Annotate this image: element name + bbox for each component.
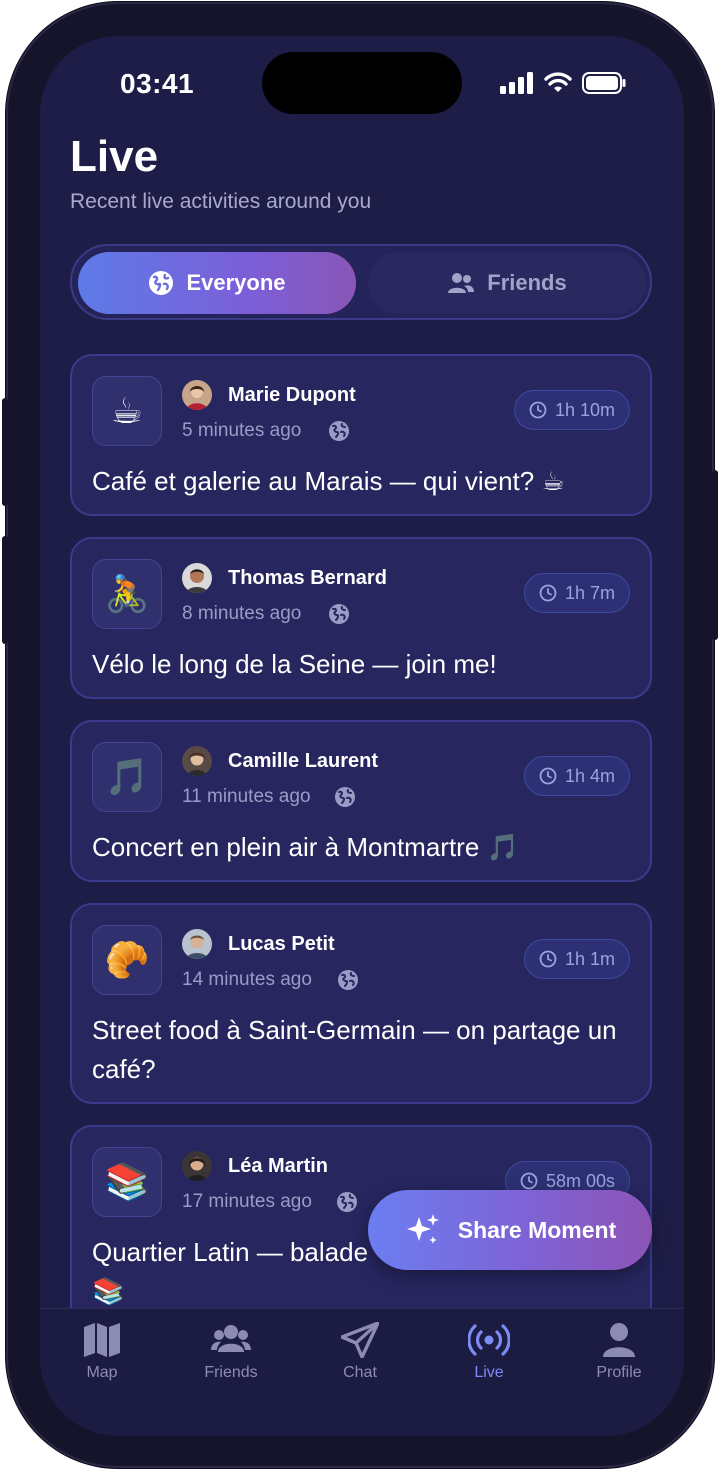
- users-icon: [211, 1325, 251, 1352]
- activity-text: Vélo le long de la Seine — join me!: [92, 649, 497, 679]
- activity-emoji: 🎵: [92, 742, 162, 812]
- nav-label: Chat: [343, 1364, 377, 1381]
- user-name: Camille Laurent: [228, 750, 379, 772]
- sparkles-icon: [406, 1214, 439, 1244]
- time-remaining-badge: 1h 10m: [513, 390, 630, 430]
- time-remaining: 1h 1m: [564, 948, 615, 969]
- globe-icon: [335, 787, 355, 807]
- user-name: Lucas Petit: [228, 933, 335, 955]
- wifi-icon: [544, 72, 572, 92]
- activity-emoji: 🚴: [92, 559, 162, 629]
- avatar: [182, 1151, 212, 1181]
- nav-item-friends[interactable]: Friends: [176, 1322, 286, 1382]
- nav-label: Live: [474, 1364, 504, 1381]
- activity-emoji: 🥐: [92, 925, 162, 995]
- time-ago: 11 minutes ago: [182, 786, 311, 807]
- activity-text: Café et galerie au Marais — qui vient? ☕: [92, 466, 565, 496]
- nav-item-live[interactable]: Live: [434, 1322, 544, 1382]
- tab-friends-label: Friends: [487, 270, 567, 295]
- audience-segmented-control: Everyone Friends: [70, 244, 652, 320]
- activity-card[interactable]: 🎵 Camille Laurent 11 minutes ago 1h 4m C…: [70, 720, 652, 882]
- user-name: Marie Dupont: [228, 384, 356, 406]
- users-icon: [448, 273, 475, 293]
- globe-icon: [329, 604, 349, 624]
- time-remaining-badge: 1h 7m: [523, 573, 630, 613]
- volume-down-button: [2, 536, 8, 644]
- page-subtitle: Recent live activities around you: [70, 190, 372, 213]
- avatar: [182, 746, 212, 776]
- nav-item-profile[interactable]: Profile: [564, 1322, 674, 1382]
- tab-friends[interactable]: Friends: [368, 252, 646, 314]
- clock-icon: [539, 950, 557, 968]
- battery-icon: [582, 72, 626, 94]
- avatar: [182, 929, 212, 959]
- share-moment-button[interactable]: Share Moment: [368, 1190, 652, 1270]
- time-remaining: 1h 10m: [554, 399, 615, 420]
- nav-label: Profile: [596, 1364, 642, 1381]
- clock-icon: [529, 401, 547, 419]
- avatar: [182, 563, 212, 593]
- clock-icon: [520, 1172, 538, 1190]
- tab-everyone[interactable]: Everyone: [78, 252, 356, 314]
- time-remaining: 1h 7m: [564, 582, 615, 603]
- activity-card[interactable]: 🚴 Thomas Bernard 8 minutes ago 1h 7m Vél…: [70, 537, 652, 699]
- globe-icon: [337, 1192, 357, 1212]
- clock-icon: [539, 767, 557, 785]
- broadcast-icon: [468, 1324, 510, 1356]
- time-ago: 5 minutes ago: [182, 420, 302, 441]
- nav-label: Map: [86, 1364, 118, 1381]
- time-remaining: 1h 4m: [564, 765, 615, 786]
- volume-up-button: [2, 398, 8, 506]
- globe-icon: [338, 970, 358, 990]
- user-name: Léa Martin: [228, 1155, 329, 1177]
- user-name: Thomas Bernard: [228, 567, 387, 589]
- nav-label: Friends: [204, 1364, 258, 1381]
- time-ago: 17 minutes ago: [182, 1191, 312, 1212]
- signal-icon: [500, 72, 533, 94]
- activity-card[interactable]: 🥐 Lucas Petit 14 minutes ago 1h 1m Stree…: [70, 903, 652, 1104]
- share-moment-label: Share Moment: [457, 1216, 617, 1243]
- time-remaining-badge: 1h 4m: [523, 756, 630, 796]
- status-time: 03:41: [120, 68, 195, 99]
- activity-text: Street food à Saint-Germain — on partage…: [92, 1015, 617, 1084]
- page-title: Live: [70, 132, 159, 181]
- power-button: [712, 470, 718, 640]
- nav-item-chat[interactable]: Chat: [305, 1322, 415, 1382]
- avatar: [182, 380, 212, 410]
- person-icon: [603, 1323, 635, 1357]
- send-icon: [341, 1322, 379, 1358]
- clock-icon: [539, 584, 557, 602]
- time-remaining: 58m 00s: [545, 1170, 615, 1191]
- activity-text: Quartier Latin — balade 📚: [92, 1237, 369, 1306]
- time-ago: 14 minutes ago: [182, 969, 312, 990]
- activity-emoji: 📚: [92, 1147, 162, 1217]
- globe-icon: [329, 421, 349, 441]
- nav-item-map[interactable]: Map: [47, 1322, 157, 1382]
- time-ago: 8 minutes ago: [182, 603, 302, 624]
- status-icons: [500, 72, 626, 94]
- activity-emoji: ☕: [92, 376, 162, 446]
- activity-text: Concert en plein air à Montmartre 🎵: [92, 832, 519, 862]
- globe-icon: [149, 271, 174, 295]
- dynamic-island: [262, 52, 462, 114]
- tab-everyone-label: Everyone: [186, 270, 286, 295]
- activity-card[interactable]: ☕ Marie Dupont 5 minutes ago 1h 10m Café…: [70, 354, 652, 516]
- time-remaining-badge: 1h 1m: [523, 939, 630, 979]
- map-icon: [84, 1323, 120, 1357]
